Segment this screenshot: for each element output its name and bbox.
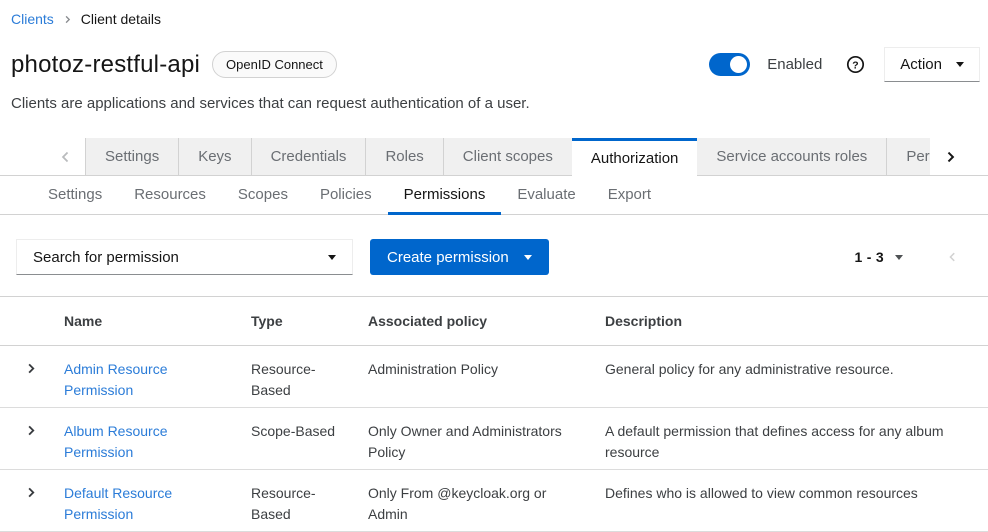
caret-down-icon bbox=[956, 62, 964, 67]
column-header-name: Name bbox=[48, 297, 235, 345]
row-expand-icon[interactable] bbox=[25, 486, 37, 499]
subtab-policies[interactable]: Policies bbox=[304, 176, 388, 214]
table-row: Admin Resource Permission Resource-Based… bbox=[0, 346, 988, 408]
tab-scroll-right-icon[interactable] bbox=[930, 138, 988, 175]
subtab-permissions[interactable]: Permissions bbox=[388, 176, 502, 215]
permission-type: Resource-Based bbox=[235, 470, 352, 531]
tab-credentials[interactable]: Credentials bbox=[252, 138, 367, 175]
caret-down-icon bbox=[895, 255, 903, 260]
permission-description: General policy for any administrative re… bbox=[589, 346, 988, 407]
pagination-dropdown[interactable]: 1 - 3 bbox=[854, 249, 903, 265]
table-header-row: Name Type Associated policy Description bbox=[0, 297, 988, 346]
column-header-type: Type bbox=[235, 297, 352, 345]
header-actions: Enabled ? Action bbox=[709, 47, 980, 82]
tab-client-scopes[interactable]: Client scopes bbox=[444, 138, 572, 175]
create-permission-button[interactable]: Create permission bbox=[370, 239, 549, 275]
permission-type: Resource-Based bbox=[235, 346, 352, 407]
tab-settings[interactable]: Settings bbox=[85, 138, 179, 175]
toggle-knob bbox=[730, 56, 747, 73]
expand-cell bbox=[0, 346, 48, 407]
pagination-prev-icon[interactable] bbox=[947, 251, 958, 263]
permissions-toolbar: Search for permission Create permission … bbox=[0, 239, 988, 275]
page-subtitle: Clients are applications and services th… bbox=[11, 95, 988, 112]
tab-roles[interactable]: Roles bbox=[366, 138, 443, 175]
tab-service-accounts-roles[interactable]: Service accounts roles bbox=[697, 138, 887, 175]
protocol-badge: OpenID Connect bbox=[212, 51, 337, 78]
permission-description: Defines who is allowed to view common re… bbox=[589, 470, 988, 531]
tab-keys[interactable]: Keys bbox=[179, 138, 251, 175]
breadcrumb-current: Client details bbox=[81, 11, 161, 27]
row-expand-icon[interactable] bbox=[25, 424, 37, 437]
tab-authorization[interactable]: Authorization bbox=[572, 138, 698, 176]
permission-type: Scope-Based bbox=[235, 408, 352, 469]
permission-policy: Administration Policy bbox=[352, 346, 589, 407]
tab-permissions[interactable]: Permissions bbox=[887, 138, 930, 175]
create-permission-label: Create permission bbox=[387, 249, 509, 266]
column-header-description: Description bbox=[589, 297, 988, 345]
row-expand-icon[interactable] bbox=[25, 362, 37, 375]
expand-cell bbox=[0, 470, 48, 531]
angle-right-icon bbox=[63, 14, 72, 25]
permission-name-link[interactable]: Default Resource Permission bbox=[64, 485, 172, 522]
enabled-toggle[interactable] bbox=[709, 53, 750, 76]
permission-policy: Only From @keycloak.org or Admin bbox=[352, 470, 589, 531]
tab-scroll-left-icon[interactable] bbox=[45, 138, 85, 175]
authorization-subtabs: Settings Resources Scopes Policies Permi… bbox=[0, 176, 988, 215]
permission-description: A default permission that defines access… bbox=[589, 408, 988, 469]
column-header-associated-policy: Associated policy bbox=[352, 297, 589, 345]
subtab-settings[interactable]: Settings bbox=[32, 176, 118, 214]
breadcrumb-clients-link[interactable]: Clients bbox=[11, 11, 54, 27]
pagination: 1 - 3 bbox=[854, 249, 988, 265]
action-dropdown-label: Action bbox=[900, 56, 942, 73]
caret-down-icon bbox=[524, 255, 532, 260]
subtab-export[interactable]: Export bbox=[592, 176, 667, 214]
help-icon[interactable]: ? bbox=[846, 55, 865, 74]
subtab-resources[interactable]: Resources bbox=[118, 176, 222, 214]
expand-column-header bbox=[0, 297, 48, 345]
table-row: Album Resource Permission Scope-Based On… bbox=[0, 408, 988, 470]
pagination-range: 1 - 3 bbox=[854, 249, 884, 265]
breadcrumb: Clients Client details bbox=[0, 0, 988, 27]
table-row: Default Resource Permission Resource-Bas… bbox=[0, 470, 988, 532]
action-dropdown[interactable]: Action bbox=[884, 47, 980, 82]
subtab-scopes[interactable]: Scopes bbox=[222, 176, 304, 214]
page-title: photoz-restful-api bbox=[11, 51, 200, 79]
permission-name-link[interactable]: Admin Resource Permission bbox=[64, 361, 168, 398]
permissions-table: Name Type Associated policy Description … bbox=[0, 296, 988, 532]
svg-text:?: ? bbox=[853, 60, 859, 71]
caret-down-icon bbox=[328, 255, 336, 260]
permission-name-link[interactable]: Album Resource Permission bbox=[64, 423, 168, 460]
subtab-evaluate[interactable]: Evaluate bbox=[501, 176, 591, 214]
search-permission-label: Search for permission bbox=[33, 249, 179, 266]
enabled-label: Enabled bbox=[767, 56, 822, 73]
search-permission-select[interactable]: Search for permission bbox=[16, 239, 353, 275]
expand-cell bbox=[0, 408, 48, 469]
permission-policy: Only Owner and Administrators Policy bbox=[352, 408, 589, 469]
page-header: photoz-restful-api OpenID Connect Enable… bbox=[0, 47, 988, 82]
client-tabs: Settings Keys Credentials Roles Client s… bbox=[0, 138, 988, 176]
